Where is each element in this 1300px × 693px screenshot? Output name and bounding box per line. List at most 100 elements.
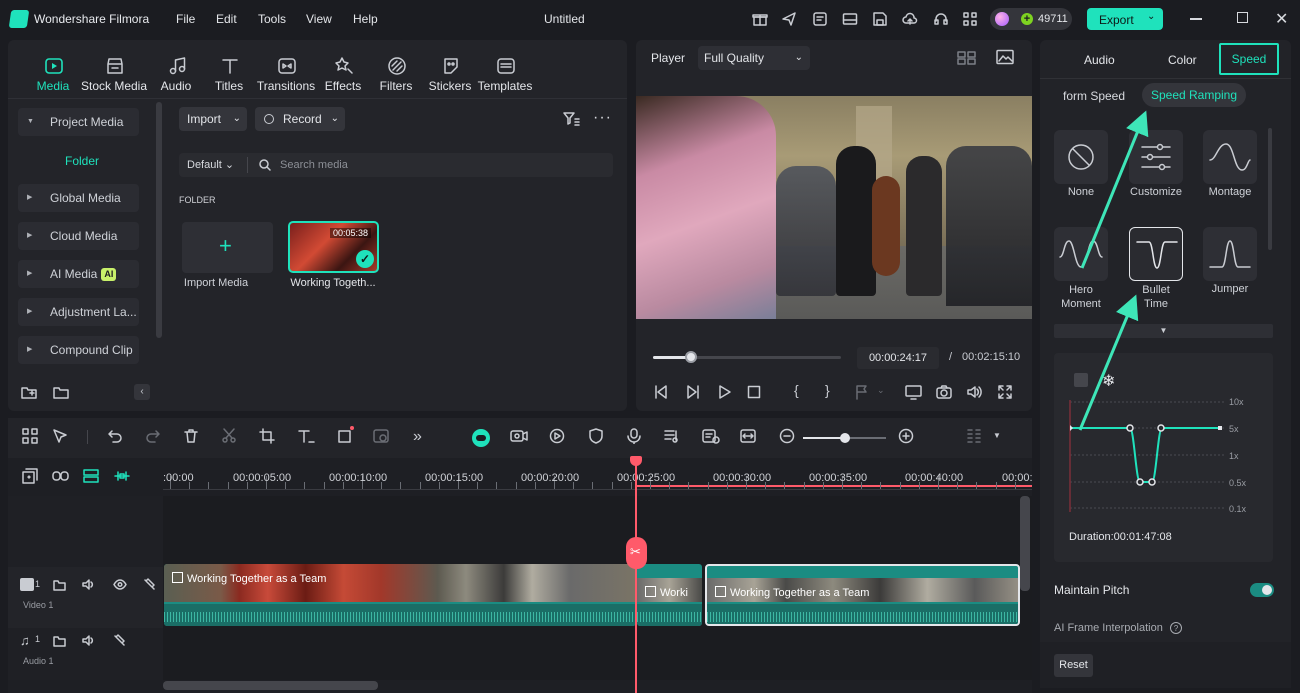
sidebar-item-adjustment-layer[interactable]: ▶ Adjustment La... (18, 298, 139, 326)
record-button[interactable]: Record ⌄ (255, 107, 345, 131)
scissors-icon[interactable] (221, 428, 237, 444)
sidebar-item-project-media[interactable]: ▼ Project Media (18, 108, 139, 136)
more-options-icon[interactable]: ··· (593, 109, 612, 127)
eye-icon[interactable] (113, 579, 127, 590)
credits-badge[interactable]: + 49711 (990, 8, 1072, 30)
mark-out-icon[interactable]: } (825, 382, 830, 398)
minimize-icon[interactable] (1190, 18, 1202, 20)
search-input[interactable]: Search media (280, 159, 348, 171)
microphone-icon[interactable] (626, 428, 642, 444)
text-icon[interactable] (297, 428, 315, 444)
undo-icon[interactable] (107, 428, 123, 444)
grid-view-icon[interactable] (957, 50, 976, 66)
next-frame-icon[interactable] (685, 384, 701, 400)
playhead-line[interactable] (635, 462, 637, 693)
zoom-out-icon[interactable] (779, 428, 795, 444)
color-match-icon[interactable] (373, 428, 389, 444)
tab-audio[interactable]: Audio (146, 46, 206, 98)
split-scissors-button[interactable]: ✂ (626, 537, 647, 569)
tab-speed[interactable]: Speed (1219, 43, 1279, 75)
timeline-vertical-scrollbar[interactable] (1020, 496, 1030, 591)
layout-grid-icon[interactable] (22, 428, 38, 444)
sidebar-scrollbar[interactable] (156, 102, 162, 338)
folder-icon[interactable] (53, 578, 66, 591)
tab-stock-media[interactable]: Stock Media (81, 46, 147, 98)
collapse-sidebar-button[interactable]: ‹ (134, 384, 150, 400)
template-icon[interactable] (812, 11, 828, 27)
timeline-ruler[interactable] (163, 462, 1032, 494)
current-time[interactable]: 00:00:24:17 (857, 347, 939, 369)
playback-progress-track[interactable] (653, 356, 841, 359)
select-tool-icon[interactable] (52, 428, 68, 444)
menu-tools[interactable]: Tools (258, 12, 286, 26)
menu-view[interactable]: View (306, 12, 332, 26)
sidebar-item-global-media[interactable]: ▶ Global Media (18, 184, 139, 212)
sidebar-item-compound-clip[interactable]: ▶ Compound Clip (18, 336, 139, 364)
export-button[interactable]: Export ⌄ (1087, 8, 1163, 30)
cloud-upload-icon[interactable] (902, 11, 918, 27)
tab-templates[interactable]: Templates (475, 46, 535, 98)
preset-montage[interactable] (1203, 130, 1257, 184)
menu-help[interactable]: Help (353, 12, 378, 26)
marker-icon[interactable] (853, 384, 869, 400)
more-tools-icon[interactable]: » (413, 428, 422, 446)
play-icon[interactable] (716, 384, 732, 400)
save-icon[interactable] (872, 11, 888, 27)
stop-icon[interactable] (746, 384, 762, 400)
record-screen-icon[interactable] (510, 428, 528, 444)
previous-frame-icon[interactable] (653, 384, 669, 400)
mark-in-icon[interactable]: { (794, 382, 799, 398)
sidebar-item-ai-media[interactable]: ▶ AI Media AI (18, 260, 139, 288)
maximize-icon[interactable] (1237, 12, 1248, 23)
transcript-icon[interactable] (702, 428, 720, 444)
tab-transitions[interactable]: Transitions (256, 46, 316, 98)
quality-dropdown[interactable]: Full Quality ⌄ (698, 46, 810, 70)
tab-titles[interactable]: Titles (199, 46, 259, 98)
audio-list-icon[interactable] (664, 428, 680, 444)
display-icon[interactable] (905, 384, 922, 400)
crop-icon[interactable] (259, 428, 275, 444)
shield-icon[interactable] (588, 428, 604, 444)
camera-snapshot-icon[interactable] (936, 384, 952, 400)
zoom-in-icon[interactable] (898, 428, 914, 444)
folder-icon[interactable] (53, 384, 69, 400)
new-folder-icon[interactable] (21, 384, 37, 400)
preset-jumper[interactable] (1203, 227, 1257, 281)
tab-audio-props[interactable]: Audio (1084, 53, 1115, 67)
volume-icon[interactable] (966, 384, 983, 400)
timeline-clip-3-selected[interactable]: Working Together as a Team (705, 564, 1020, 626)
timeline-clip-2[interactable]: Worki (637, 564, 702, 626)
maintain-pitch-toggle[interactable] (1250, 583, 1274, 597)
chevron-down-icon[interactable]: ⌄ (877, 385, 885, 396)
link-icon[interactable] (52, 468, 69, 484)
add-track-icon[interactable] (22, 468, 38, 484)
track-mute-icon[interactable] (113, 634, 126, 647)
redo-icon[interactable] (145, 428, 161, 444)
sidebar-item-cloud-media[interactable]: ▶ Cloud Media (18, 222, 139, 250)
tab-effects[interactable]: Effects (313, 46, 373, 98)
send-icon[interactable] (781, 11, 797, 27)
sidebar-folder[interactable]: Folder (65, 154, 99, 168)
sort-dropdown[interactable]: Default ⌄ (187, 158, 234, 171)
filter-icon[interactable] (562, 110, 580, 128)
import-button[interactable]: Import ⌄ (179, 107, 247, 131)
track-volume-icon[interactable] (82, 578, 96, 591)
gift-icon[interactable] (752, 11, 768, 27)
menu-file[interactable]: File (176, 12, 195, 26)
timeline-clip-1[interactable]: Working Together as a Team (164, 564, 636, 626)
subtab-uniform-speed[interactable]: form Speed (1063, 89, 1125, 103)
menu-edit[interactable]: Edit (216, 12, 237, 26)
image-snapshot-icon[interactable] (996, 49, 1014, 65)
track-volume-icon[interactable] (82, 634, 96, 647)
media-clip-thumbnail[interactable]: 00:05:38 ✓ (288, 221, 379, 273)
tab-color-props[interactable]: Color (1168, 53, 1197, 67)
chevron-down-icon[interactable]: ▼ (993, 431, 1001, 440)
zoom-slider-handle[interactable] (840, 433, 850, 443)
tracks-menu-icon[interactable] (966, 428, 982, 444)
import-media-tile[interactable]: + (182, 222, 273, 273)
presets-scrollbar[interactable] (1268, 128, 1272, 250)
headset-icon[interactable] (933, 11, 949, 27)
fit-width-icon[interactable] (740, 428, 756, 444)
subtab-speed-ramping[interactable]: Speed Ramping (1142, 83, 1246, 107)
magnet-snap-icon[interactable] (114, 468, 130, 484)
